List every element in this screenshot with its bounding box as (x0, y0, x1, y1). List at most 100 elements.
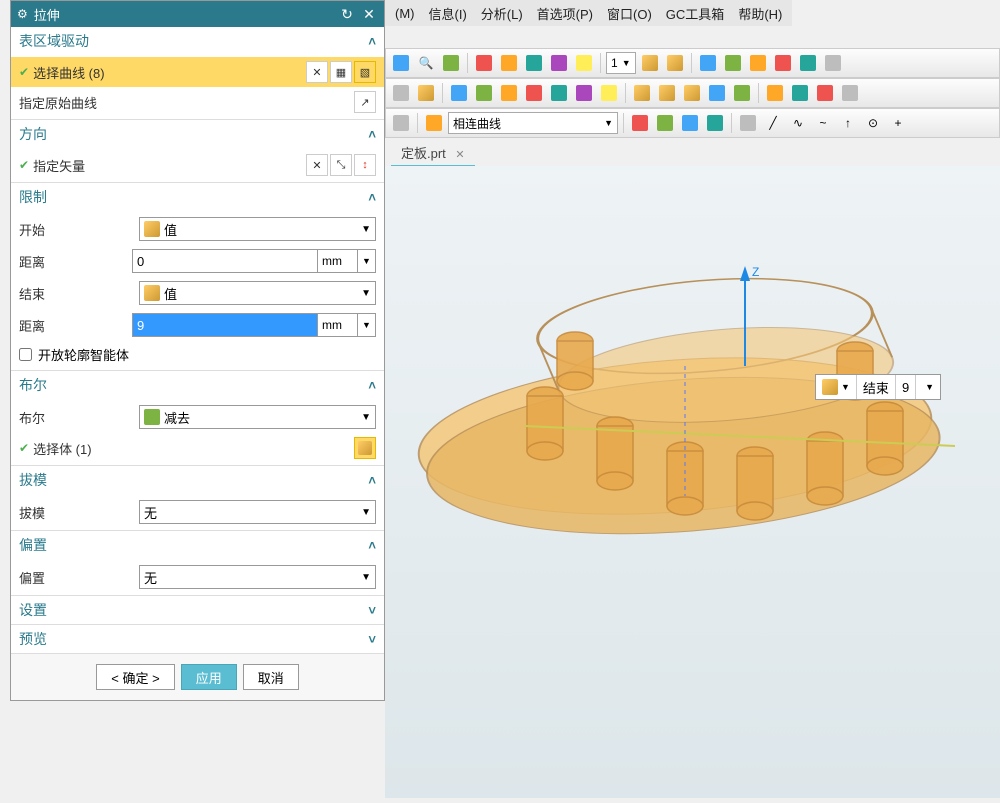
tool-icon[interactable] (390, 82, 412, 104)
menu-m[interactable]: (M) (395, 6, 415, 21)
float-cube-icon[interactable]: ▼ (816, 375, 857, 399)
tool-icon[interactable] (704, 112, 726, 134)
tool-icon[interactable] (598, 82, 620, 104)
viewport-3d[interactable]: Z (385, 166, 1000, 798)
tool-icon[interactable] (573, 52, 595, 74)
tool-icon[interactable] (390, 52, 412, 74)
tool-icon[interactable] (722, 52, 744, 74)
tool-icon[interactable] (839, 82, 861, 104)
select-body-row[interactable]: ✔ 选择体 (1) (11, 433, 384, 463)
cancel-button[interactable]: 取消 (243, 664, 299, 690)
float-dropdown-icon[interactable]: ▼ (916, 375, 940, 399)
end-dist-dd[interactable]: ▼ (358, 313, 376, 337)
tool-icon[interactable] (523, 52, 545, 74)
orig-curve-row[interactable]: 指定原始曲线 ↗ (11, 87, 384, 117)
section-preview[interactable]: 预览˅ (11, 624, 384, 653)
tool-icon[interactable] (631, 82, 653, 104)
orig-curve-icon[interactable]: ↗ (354, 91, 376, 113)
floating-end-input[interactable]: ▼ 结束 9 ▼ (815, 374, 941, 400)
section-offset[interactable]: 偏置˄ (11, 530, 384, 559)
ok-button[interactable]: < 确定 > (96, 664, 174, 690)
tool-icon[interactable]: + (887, 112, 909, 134)
end-mode-combo[interactable]: 值 ▼ (139, 281, 376, 305)
tool-icon[interactable] (656, 82, 678, 104)
vector-opt1-icon[interactable]: ✕ (306, 154, 328, 176)
start-distance-input[interactable] (132, 249, 318, 273)
menu-analysis[interactable]: 分析(L) (481, 4, 523, 23)
tool-icon[interactable] (737, 112, 759, 134)
tool-icon[interactable]: 🔍 (415, 52, 437, 74)
float-value[interactable]: 9 (896, 375, 916, 399)
section-settings[interactable]: 设置˅ (11, 595, 384, 624)
curve-mode-combo[interactable]: 相连曲线▼ (448, 112, 618, 134)
tool-icon[interactable] (681, 82, 703, 104)
tool-icon[interactable] (679, 112, 701, 134)
section-draft[interactable]: 拔模˄ (11, 465, 384, 494)
tool-icon[interactable] (697, 52, 719, 74)
tool-icon[interactable] (639, 52, 661, 74)
apply-button[interactable]: 应用 (181, 664, 237, 690)
select-curve-row[interactable]: ✔ 选择曲线 (8) ✕ ▦ ▧ (11, 57, 384, 87)
start-mode-combo[interactable]: 值 ▼ (139, 217, 376, 241)
tool-icon[interactable] (772, 52, 794, 74)
gear-icon[interactable]: ⚙ (17, 7, 28, 21)
dialog-titlebar[interactable]: ⚙ 拉伸 ↻ ✕ (11, 1, 384, 27)
start-dist-dd[interactable]: ▼ (358, 249, 376, 273)
file-tab[interactable]: 定板.prt ✕ (391, 140, 475, 167)
tool-icon[interactable] (548, 82, 570, 104)
curve-opt1-icon[interactable]: ✕ (306, 61, 328, 83)
tool-icon[interactable] (423, 112, 445, 134)
section-limits[interactable]: 限制˄ (11, 182, 384, 211)
tool-icon[interactable]: ↑ (837, 112, 859, 134)
tool-icon[interactable] (814, 82, 836, 104)
tool-icon[interactable] (822, 52, 844, 74)
menu-window[interactable]: 窗口(O) (607, 4, 652, 23)
menu-prefs[interactable]: 首选项(P) (537, 4, 593, 23)
tool-combo-1[interactable]: 1▼ (606, 52, 636, 74)
tool-icon[interactable]: ╱ (762, 112, 784, 134)
tool-icon[interactable] (629, 112, 651, 134)
section-direction[interactable]: 方向˄ (11, 119, 384, 148)
tool-icon[interactable] (448, 82, 470, 104)
bool-mode-combo[interactable]: 减去 ▼ (139, 405, 376, 429)
vector-row[interactable]: ✔ 指定矢量 ✕ ⤡ ↕ (11, 150, 384, 180)
tool-icon[interactable] (415, 82, 437, 104)
tool-icon[interactable] (764, 82, 786, 104)
tool-icon[interactable] (664, 52, 686, 74)
tool-icon[interactable] (473, 82, 495, 104)
close-tab-icon[interactable]: ✕ (455, 149, 464, 161)
tool-icon[interactable] (731, 82, 753, 104)
tool-icon[interactable] (440, 52, 462, 74)
section-region[interactable]: 表区域驱动˄ (11, 27, 384, 55)
tool-icon[interactable] (498, 52, 520, 74)
tool-icon[interactable] (390, 112, 412, 134)
vector-opt2-icon[interactable]: ⤡ (330, 154, 352, 176)
tool-icon[interactable] (473, 52, 495, 74)
open-profile-checkbox[interactable] (19, 348, 32, 361)
body-icon[interactable] (354, 437, 376, 459)
tool-icon[interactable] (573, 82, 595, 104)
tool-icon[interactable] (797, 52, 819, 74)
close-icon[interactable]: ✕ (360, 5, 378, 23)
menu-help[interactable]: 帮助(H) (738, 4, 782, 23)
end-distance-input[interactable] (132, 313, 318, 337)
vector-opt3-icon[interactable]: ↕ (354, 154, 376, 176)
curve-sketch-icon[interactable]: ▧ (354, 61, 376, 83)
tool-icon[interactable] (747, 52, 769, 74)
tool-icon[interactable]: ∿ (787, 112, 809, 134)
tool-icon[interactable] (548, 52, 570, 74)
tool-icon[interactable]: ⊙ (862, 112, 884, 134)
tool-icon[interactable] (706, 82, 728, 104)
reset-icon[interactable]: ↻ (338, 5, 356, 23)
tool-icon[interactable] (789, 82, 811, 104)
tool-icon[interactable] (654, 112, 676, 134)
menu-gctoolbox[interactable]: GC工具箱 (666, 4, 725, 23)
section-boolean[interactable]: 布尔˄ (11, 370, 384, 399)
tool-icon[interactable] (523, 82, 545, 104)
tool-icon[interactable]: ~ (812, 112, 834, 134)
curve-opt2-icon[interactable]: ▦ (330, 61, 352, 83)
menu-info[interactable]: 信息(I) (429, 4, 467, 23)
tool-icon[interactable] (498, 82, 520, 104)
offset-mode-combo[interactable]: 无 ▼ (139, 565, 376, 589)
draft-mode-combo[interactable]: 无 ▼ (139, 500, 376, 524)
